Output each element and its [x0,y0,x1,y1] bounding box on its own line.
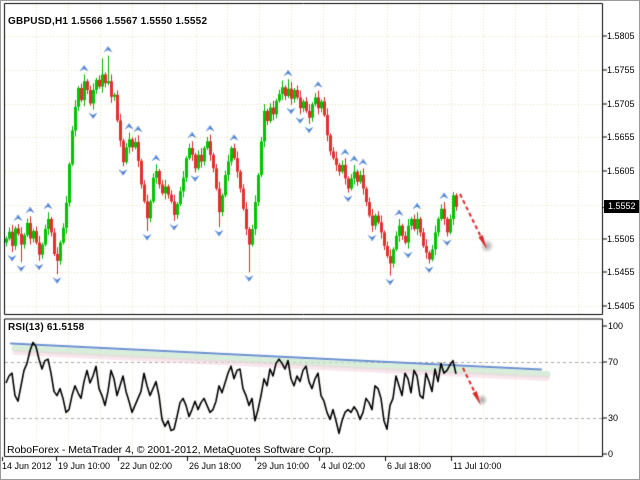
price-label: 1.5755 [607,66,635,75]
current-price-tag: 1.5552 [604,200,639,213]
time-label: 6 Jul 18:00 [387,462,431,471]
price-label: 1.5655 [607,133,635,142]
rsi-label: 100 [608,322,623,331]
mt4-chart-window: GBPUSD,H1 1.5566 1.5567 1.5550 1.5552 RS… [0,0,640,480]
time-label: 29 Jun 10:00 [257,462,309,471]
price-label: 1.5705 [607,100,635,109]
time-label: 4 Jul 02:00 [321,462,365,471]
chart-title-ohlc: GBPUSD,H1 1.5566 1.5567 1.5550 1.5552 [8,17,207,27]
price-label: 1.5605 [607,167,635,176]
time-label: 19 Jun 10:00 [58,462,110,471]
rsi-label: 30 [608,414,618,423]
price-label: 1.5505 [607,235,635,244]
rsi-label: 70 [608,358,618,367]
rsi-indicator-label: RSI(13) 61.5158 [8,323,84,333]
price-label: 1.5805 [607,32,635,41]
time-label: 14 Jun 2012 [2,462,52,471]
price-label: 1.5455 [607,268,635,277]
time-label: 11 Jul 10:00 [453,462,501,471]
time-label: 26 Jun 18:00 [189,462,241,471]
chart-canvas[interactable] [1,1,640,480]
rsi-label: 0 [608,450,613,459]
price-label: 1.5405 [607,302,635,311]
time-label: 22 Jun 02:00 [120,462,172,471]
copyright-text: RoboForex - MetaTrader 4, © 2001-2012, M… [7,445,334,456]
